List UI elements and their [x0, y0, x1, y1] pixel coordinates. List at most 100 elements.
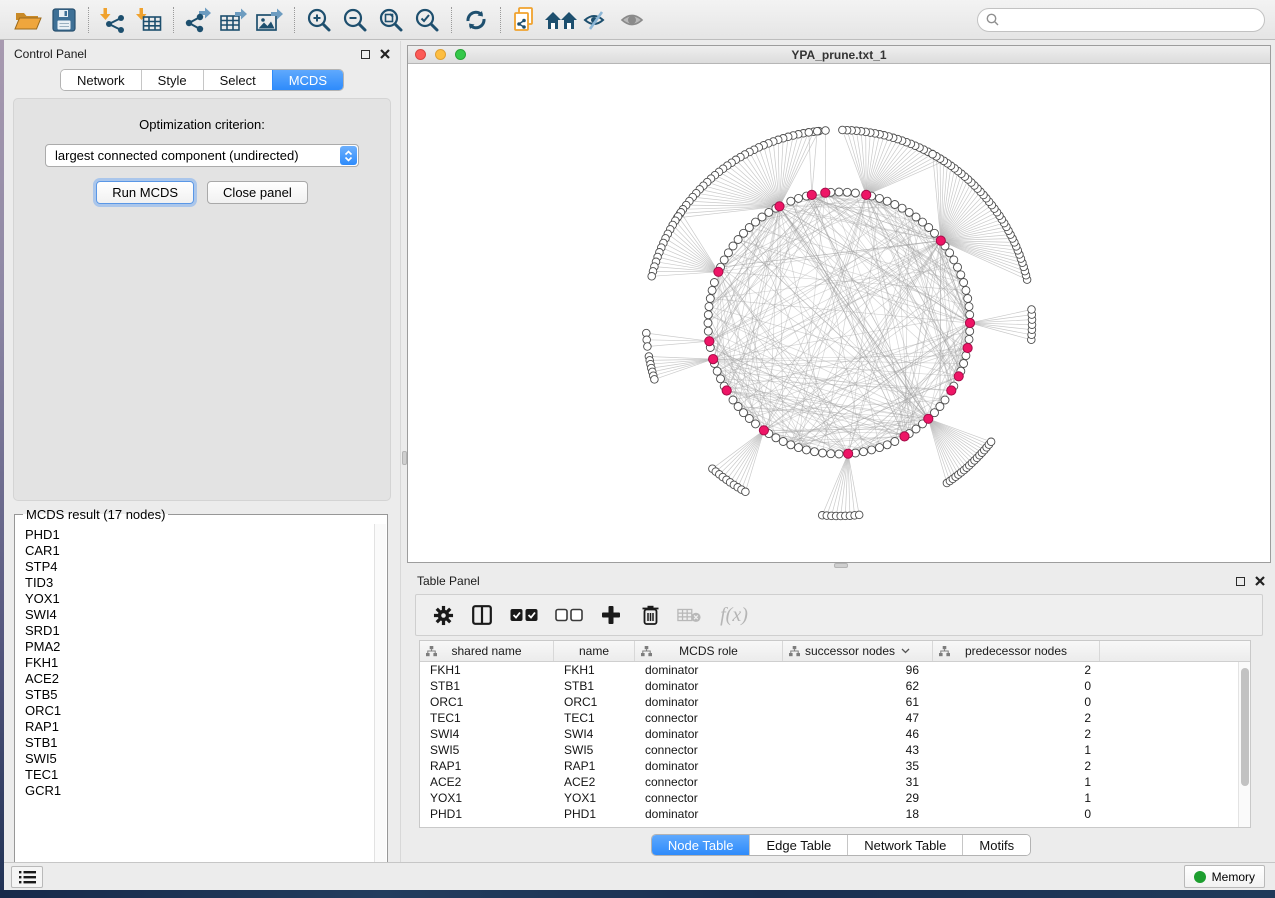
network-node[interactable]	[965, 335, 973, 343]
column-header-name[interactable]: name	[554, 641, 635, 661]
mcds-hub-node[interactable]	[924, 414, 933, 423]
network-node[interactable]	[752, 420, 760, 428]
network-node[interactable]	[966, 311, 974, 319]
column-header-predecessor-nodes[interactable]: predecessor nodes	[933, 641, 1100, 661]
network-node[interactable]	[883, 441, 891, 449]
add-column-button[interactable]	[599, 603, 623, 627]
table-row[interactable]: RAP1RAP1dominator352	[420, 758, 1238, 774]
network-node[interactable]	[941, 396, 949, 404]
network-node[interactable]	[891, 438, 899, 446]
network-node[interactable]	[772, 434, 780, 442]
network-node[interactable]	[787, 441, 795, 449]
mcds-result-item[interactable]: SWI5	[25, 751, 374, 767]
network-node[interactable]	[898, 204, 906, 212]
mcds-result-item[interactable]: ACE2	[25, 671, 374, 687]
table-row[interactable]: SWI4SWI4dominator462	[420, 726, 1238, 742]
open-session-button[interactable]	[10, 5, 46, 35]
network-leaf-node[interactable]	[648, 273, 656, 281]
network-node[interactable]	[960, 279, 968, 287]
mcds-result-item[interactable]: STB5	[25, 687, 374, 703]
table-row[interactable]: YOX1YOX1connector291	[420, 790, 1238, 806]
network-node[interactable]	[724, 249, 732, 257]
mcds-hub-node[interactable]	[714, 267, 723, 276]
table-row[interactable]: SWI5SWI5connector431	[420, 742, 1238, 758]
show-column-panel-button[interactable]	[470, 603, 494, 627]
first-neighbors-button[interactable]	[543, 5, 579, 35]
node-table-scrollbar[interactable]	[1238, 662, 1250, 827]
network-node[interactable]	[779, 438, 787, 446]
network-node[interactable]	[795, 444, 803, 452]
network-node[interactable]	[827, 450, 835, 458]
tab-network-table[interactable]: Network Table	[847, 835, 962, 855]
tab-select[interactable]: Select	[203, 70, 272, 90]
save-session-button[interactable]	[46, 5, 82, 35]
network-node[interactable]	[957, 271, 965, 279]
network-node[interactable]	[851, 189, 859, 197]
mcds-hub-node[interactable]	[709, 355, 718, 364]
network-leaf-node[interactable]	[839, 126, 847, 134]
optimization-select[interactable]: largest connected component (undirected)	[45, 144, 359, 167]
function-builder-button[interactable]: f(x)	[716, 603, 752, 627]
zoom-in-button[interactable]	[301, 5, 337, 35]
mcds-result-item[interactable]: PMA2	[25, 639, 374, 655]
network-node[interactable]	[713, 367, 721, 375]
network-node[interactable]	[704, 319, 712, 327]
mcds-result-item[interactable]: PHD1	[25, 527, 374, 543]
mcds-hub-node[interactable]	[775, 202, 784, 211]
network-leaf-node[interactable]	[855, 511, 863, 519]
tab-node-table[interactable]: Node Table	[652, 835, 750, 855]
zoom-selected-button[interactable]	[409, 5, 445, 35]
mcds-hub-node[interactable]	[807, 190, 816, 199]
close-panel-icon[interactable]	[1255, 576, 1265, 586]
deselect-all-button[interactable]	[554, 603, 584, 627]
network-canvas[interactable]	[408, 64, 1270, 562]
export-network-button[interactable]	[180, 5, 216, 35]
scrollbar-thumb[interactable]	[1241, 668, 1249, 786]
network-node[interactable]	[950, 256, 958, 264]
zoom-out-button[interactable]	[337, 5, 373, 35]
network-node[interactable]	[802, 446, 810, 454]
mcds-result-item[interactable]: STP4	[25, 559, 374, 575]
mcds-result-item[interactable]: YOX1	[25, 591, 374, 607]
table-row[interactable]: STB1STB1dominator620	[420, 678, 1238, 694]
mcds-hub-node[interactable]	[862, 190, 871, 199]
mcds-hub-node[interactable]	[947, 386, 956, 395]
table-row[interactable]: TEC1TEC1connector472	[420, 710, 1238, 726]
search-input[interactable]	[1005, 13, 1256, 27]
network-node[interactable]	[811, 448, 819, 456]
mcds-result-item[interactable]: GCR1	[25, 783, 374, 799]
float-panel-icon[interactable]	[361, 50, 370, 59]
network-node[interactable]	[835, 450, 843, 458]
network-node[interactable]	[964, 295, 972, 303]
network-leaf-node[interactable]	[987, 438, 995, 446]
memory-button[interactable]: Memory	[1184, 865, 1265, 888]
network-node[interactable]	[966, 327, 974, 335]
network-leaf-node[interactable]	[1028, 306, 1036, 314]
export-image-button[interactable]	[252, 5, 288, 35]
select-all-button[interactable]	[509, 603, 539, 627]
close-panel-button[interactable]: Close panel	[207, 181, 308, 204]
import-network-button[interactable]	[95, 5, 131, 35]
export-table-button[interactable]	[216, 5, 252, 35]
network-leaf-node[interactable]	[742, 488, 750, 496]
mcds-result-item[interactable]: FKH1	[25, 655, 374, 671]
network-leaf-node[interactable]	[644, 343, 652, 351]
network-node[interactable]	[891, 201, 899, 209]
zoom-fit-button[interactable]	[373, 5, 409, 35]
column-header-shared-name[interactable]: shared name	[420, 641, 554, 661]
table-row[interactable]: FKH1FKH1dominator962	[420, 662, 1238, 678]
mcds-result-item[interactable]: RAP1	[25, 719, 374, 735]
column-header-successor-nodes[interactable]: successor nodes	[783, 641, 933, 661]
mcds-hub-node[interactable]	[844, 449, 853, 458]
tab-edge-table[interactable]: Edge Table	[749, 835, 847, 855]
delete-column-button[interactable]	[638, 603, 662, 627]
network-node[interactable]	[868, 446, 876, 454]
network-node[interactable]	[795, 194, 803, 202]
tab-motifs[interactable]: Motifs	[962, 835, 1030, 855]
network-node[interactable]	[876, 194, 884, 202]
mcds-result-item[interactable]: SRD1	[25, 623, 374, 639]
network-leaf-node[interactable]	[822, 127, 830, 135]
column-header-MCDS-role[interactable]: MCDS role	[635, 641, 783, 661]
mcds-hub-node[interactable]	[965, 318, 974, 327]
table-settings-button[interactable]	[431, 603, 455, 627]
